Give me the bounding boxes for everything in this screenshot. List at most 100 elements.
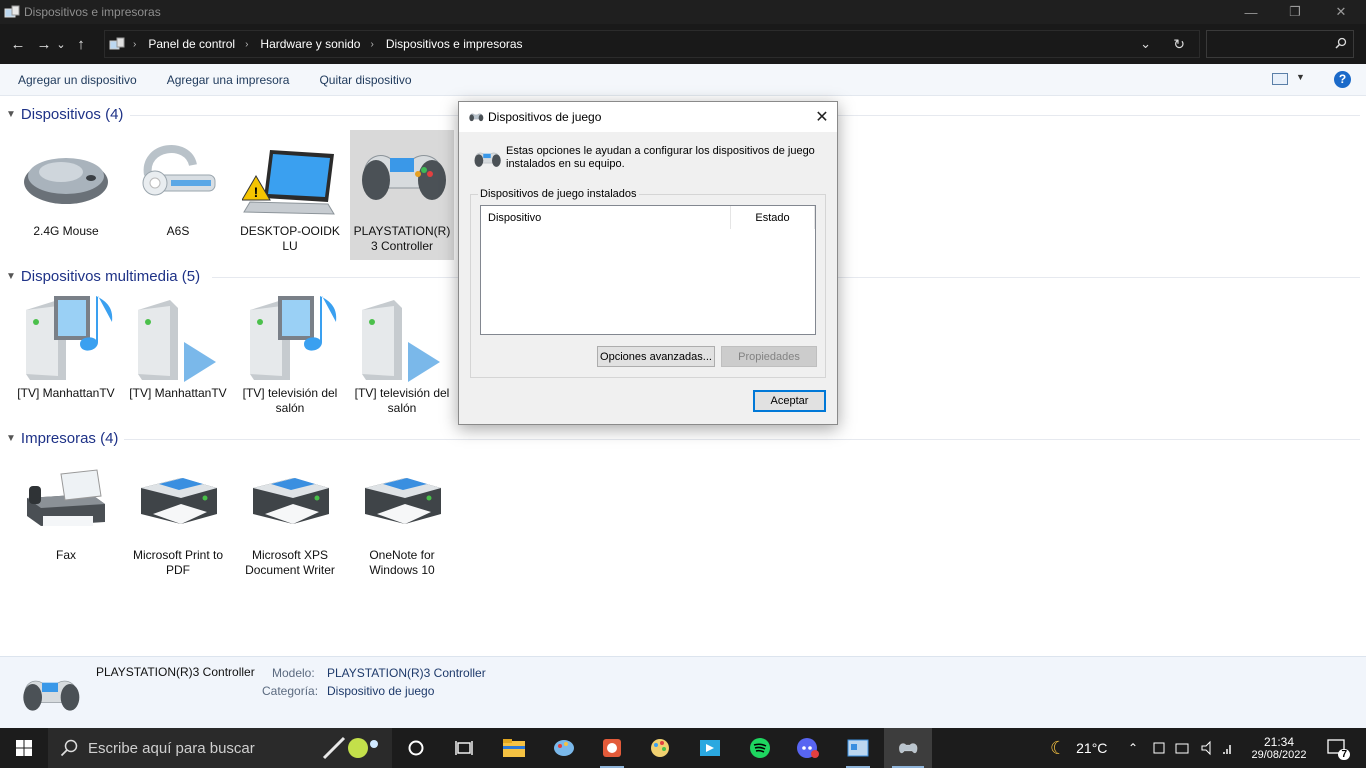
dialog-close-button[interactable]: ✕ (807, 102, 837, 132)
taskbar-search[interactable]: Escribe aquí para buscar (48, 728, 392, 768)
clock[interactable]: 21:34 29/08/2022 (1251, 728, 1307, 768)
refresh-button[interactable]: ↻ (1173, 36, 1185, 53)
breadcrumb-control-panel[interactable]: Panel de control (148, 37, 235, 51)
search-icon (1335, 37, 1347, 49)
list-header: Dispositivo Estado (481, 206, 815, 230)
group-title: Dispositivos (4) (20, 106, 124, 123)
device-label: [TV] televisión del salón (242, 386, 338, 415)
taskbar-discord[interactable] (788, 728, 828, 768)
device-headset[interactable]: A6S (126, 130, 230, 260)
game-devices-list[interactable]: Dispositivo Estado (480, 205, 816, 335)
help-button[interactable]: ? (1334, 71, 1351, 88)
search-input[interactable] (1207, 31, 1327, 57)
advanced-options-button[interactable]: Opciones avanzadas... (597, 346, 715, 367)
view-options-icon[interactable] (1272, 73, 1288, 85)
remove-device-button[interactable]: Quitar dispositivo (319, 73, 411, 87)
view-dropdown-arrow[interactable]: ▼ (1296, 72, 1305, 82)
device-label: [TV] ManhattanTV (129, 386, 227, 400)
tray-overflow-button[interactable]: ⌃ (1128, 728, 1138, 768)
ok-button[interactable]: Aceptar (753, 390, 826, 412)
device-label: A6S (166, 224, 190, 238)
close-button[interactable]: ✕ (1318, 0, 1364, 24)
minimize-button[interactable]: — (1228, 0, 1274, 24)
device-ps3-controller[interactable]: PLAYSTATION(R) 3 Controller (350, 130, 454, 260)
taskbar-paint-app[interactable] (544, 728, 584, 768)
device-label: Fax (55, 548, 76, 562)
dialog-title: Dispositivos de juego (488, 110, 602, 124)
cortana-button[interactable] (398, 728, 434, 768)
printer-onenote[interactable]: OneNote for Windows 10 (350, 454, 454, 584)
clock-time: 21:34 (1263, 735, 1295, 749)
maximize-button[interactable]: ❐ (1272, 0, 1318, 24)
palette-icon (651, 739, 669, 757)
forward-button[interactable]: → (33, 30, 55, 58)
taskbar-paint-3d[interactable] (640, 728, 680, 768)
device-mouse[interactable]: 2.4G Mouse (14, 130, 118, 260)
group-header-printers[interactable]: ▼ Impresoras (4) (6, 430, 118, 447)
taskbar-game-app[interactable] (592, 728, 632, 768)
bluetooth-headset-icon (142, 145, 216, 196)
media-device-3[interactable]: [TV] televisión del salón (238, 292, 342, 422)
chevron-right-icon: › (245, 38, 249, 50)
details-model-value: PLAYSTATION(R)3 Controller (327, 666, 486, 680)
group-header-multimedia[interactable]: ▼ Dispositivos multimedia (5) (6, 268, 200, 285)
breadcrumb-hardware-sound[interactable]: Hardware y sonido (260, 37, 360, 51)
notification-center-button[interactable]: 7 (1322, 728, 1352, 768)
taskbar-game-controllers[interactable] (884, 728, 932, 768)
chevron-down-icon[interactable]: ▼ (6, 271, 16, 282)
taskbar-spotify[interactable] (740, 728, 780, 768)
details-pane: PLAYSTATION(R)3 Controller Modelo: PLAYS… (0, 656, 1366, 728)
device-laptop[interactable]: ! DESKTOP-OOIDK LU (238, 130, 342, 260)
weather-temperature: 21°C (1076, 740, 1108, 756)
printer-pdf[interactable]: Microsoft Print to PDF (126, 454, 230, 584)
forward-arrow-app-icon (700, 740, 720, 756)
start-button[interactable] (0, 728, 48, 768)
group-header-devices[interactable]: ▼ Dispositivos (4) (6, 106, 123, 123)
address-bar[interactable]: › Panel de control › Hardware y sonido ›… (104, 30, 1200, 58)
printer-xps[interactable]: Microsoft XPS Document Writer (238, 454, 342, 584)
properties-button[interactable]: Propiedades (721, 346, 817, 367)
back-button[interactable]: ← (7, 30, 29, 58)
media-device-4[interactable]: [TV] televisión del salón (350, 292, 454, 422)
column-header-device[interactable]: Dispositivo (481, 206, 731, 229)
game-controller-icon (362, 155, 446, 200)
printer-fax[interactable]: Fax (14, 454, 118, 584)
device-label: OneNote for Windows 10 (369, 548, 435, 577)
column-header-status[interactable]: Estado (731, 206, 815, 229)
device-label: [TV] televisión del salón (354, 386, 450, 415)
add-printer-button[interactable]: Agregar una impresora (167, 73, 290, 87)
search-box[interactable] (1206, 30, 1354, 58)
search-icon (60, 739, 78, 757)
device-label: [TV] ManhattanTV (17, 386, 115, 400)
device-label: DESKTOP-OOIDK LU (240, 224, 340, 253)
breadcrumb-devices-printers[interactable]: Dispositivos e impresoras (386, 37, 523, 51)
address-dropdown-button[interactable]: ⌄ (1140, 36, 1151, 52)
up-button[interactable]: ↑ (70, 30, 92, 58)
game-controller-icon (899, 743, 918, 754)
folder-icon (503, 739, 525, 757)
weather-widget[interactable]: ☾ 21°C (1050, 728, 1107, 768)
taskbar-search-placeholder: Escribe aquí para buscar (88, 739, 255, 757)
details-device-name: PLAYSTATION(R)3 Controller (96, 665, 255, 679)
title-bar: Dispositivos e impresoras — ❐ ✕ (0, 0, 1366, 24)
clock-date: 29/08/2022 (1251, 749, 1307, 761)
media-device-2[interactable]: [TV] ManhattanTV (126, 292, 230, 422)
media-renderer-icon (138, 300, 216, 382)
taskbar-control-panel[interactable] (838, 728, 878, 768)
taskbar-app-arrow[interactable] (690, 728, 730, 768)
device-label: 2.4G Mouse (33, 224, 99, 238)
tray-icons[interactable] (1152, 728, 1232, 768)
chevron-down-icon[interactable]: ▼ (6, 433, 16, 444)
media-renderer-icon (362, 300, 440, 382)
media-server-icon (250, 296, 337, 380)
taskbar-file-explorer[interactable] (494, 728, 534, 768)
recent-locations-button[interactable]: ⌄ (55, 30, 67, 58)
paint-brush-icon (554, 740, 574, 756)
chevron-down-icon[interactable]: ▼ (6, 109, 16, 120)
task-view-button[interactable] (446, 728, 482, 768)
add-device-button[interactable]: Agregar un dispositivo (18, 73, 137, 87)
game-controllers-dialog: Dispositivos de juego ✕ Estas opciones l… (458, 101, 838, 425)
task-view-icon (455, 741, 473, 755)
media-device-1[interactable]: [TV] ManhattanTV (14, 292, 118, 422)
control-panel-icon (109, 37, 125, 50)
